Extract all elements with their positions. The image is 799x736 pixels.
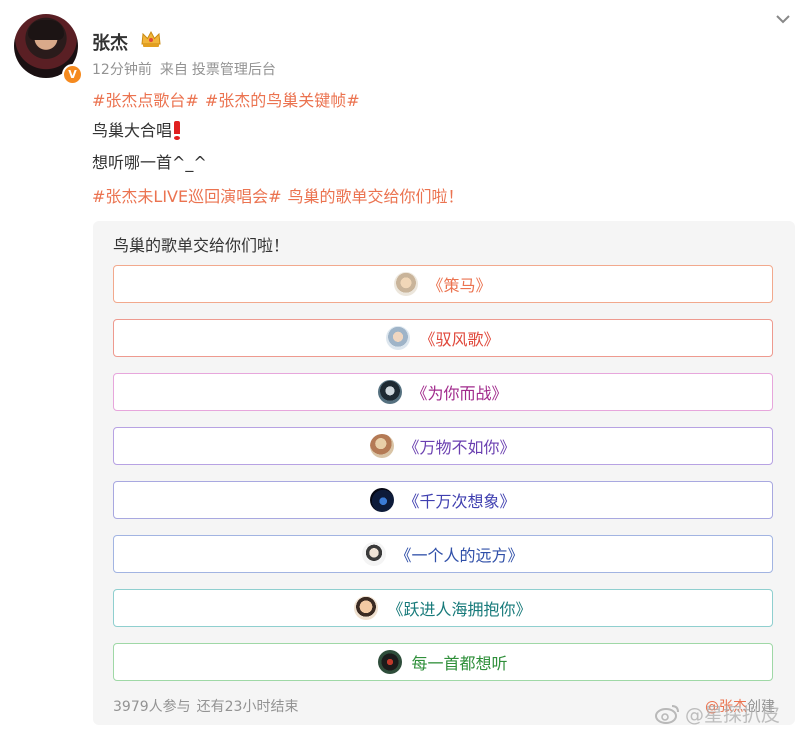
vote-stats: 3979人参与 还有23小时结束: [113, 696, 298, 716]
vote-option[interactable]: 《一个人的远方》: [113, 535, 773, 573]
post-text: 鸟巢的歌单交给你们啦！: [287, 187, 464, 206]
post-text: 想听哪一首^_^: [92, 153, 207, 172]
watermark: @星探扒皮: [655, 700, 780, 727]
watermark-text: @星探扒皮: [685, 704, 781, 726]
option-label: 《跃进人海拥抱你》: [387, 600, 532, 619]
hashtag-line: #张杰点歌台# #张杰的鸟巢关键帧#: [92, 87, 360, 111]
option-thumbnail: [394, 272, 419, 296]
option-label: 《策马》: [427, 276, 492, 295]
post-source[interactable]: 投票管理后台: [192, 62, 276, 78]
time-remaining: 还有23小时结束: [196, 699, 299, 715]
participant-count: 3979人参与: [113, 699, 191, 715]
option-label: 《驭风歌》: [419, 330, 500, 349]
option-thumbnail: [354, 596, 379, 620]
vote-option[interactable]: 每一首都想听: [113, 643, 773, 681]
option-thumbnail: [370, 488, 395, 512]
chevron-down-icon[interactable]: [772, 8, 794, 30]
post-text-line: #张杰未LIVE巡回演唱会# 鸟巢的歌单交给你们啦！: [92, 183, 464, 207]
author-name[interactable]: 张杰: [92, 29, 128, 55]
vote-option[interactable]: 《驭风歌》: [113, 319, 773, 357]
vote-option[interactable]: 《策马》: [113, 265, 773, 303]
hashtag-link[interactable]: #张杰的鸟巢关键帧#: [205, 91, 360, 110]
vote-option[interactable]: 《为你而战》: [113, 373, 773, 411]
option-label: 每一首都想听: [411, 654, 508, 673]
post-text: 鸟巢大合唱: [92, 121, 173, 140]
source-prefix: 来自: [159, 62, 188, 78]
vote-option[interactable]: 《万物不如你》: [113, 427, 773, 465]
option-thumbnail: [386, 326, 411, 350]
option-thumbnail: [362, 542, 387, 566]
vote-card: 鸟巢的歌单交给你们啦！ 《策马》 《驭风歌》 《为你而战》 《万物不如你》 《千…: [93, 221, 795, 725]
weibo-logo-icon: [655, 704, 679, 724]
option-label: 《万物不如你》: [403, 438, 516, 457]
option-thumbnail: [378, 380, 403, 404]
hashtag-link[interactable]: #张杰点歌台#: [92, 91, 199, 110]
post-time[interactable]: 12分钟前: [92, 62, 152, 78]
option-thumbnail: [370, 434, 395, 458]
crown-icon: [141, 30, 161, 47]
option-label: 《为你而战》: [411, 384, 508, 403]
hashtag-link[interactable]: #张杰未LIVE巡回演唱会#: [92, 187, 282, 206]
exclamation-emoji-icon: [174, 121, 181, 140]
verified-v-icon: V: [62, 64, 83, 85]
post-text-line: 鸟巢大合唱: [92, 117, 181, 141]
avatar-hair: [28, 20, 64, 40]
option-label: 《千万次想象》: [403, 492, 516, 511]
post-meta: 12分钟前 来自 投票管理后台: [92, 59, 276, 79]
vote-title: 鸟巢的歌单交给你们啦！: [113, 236, 290, 255]
vote-option[interactable]: 《跃进人海拥抱你》: [113, 589, 773, 627]
vote-option[interactable]: 《千万次想象》: [113, 481, 773, 519]
option-label: 《一个人的远方》: [395, 546, 524, 565]
option-thumbnail: [378, 650, 403, 674]
